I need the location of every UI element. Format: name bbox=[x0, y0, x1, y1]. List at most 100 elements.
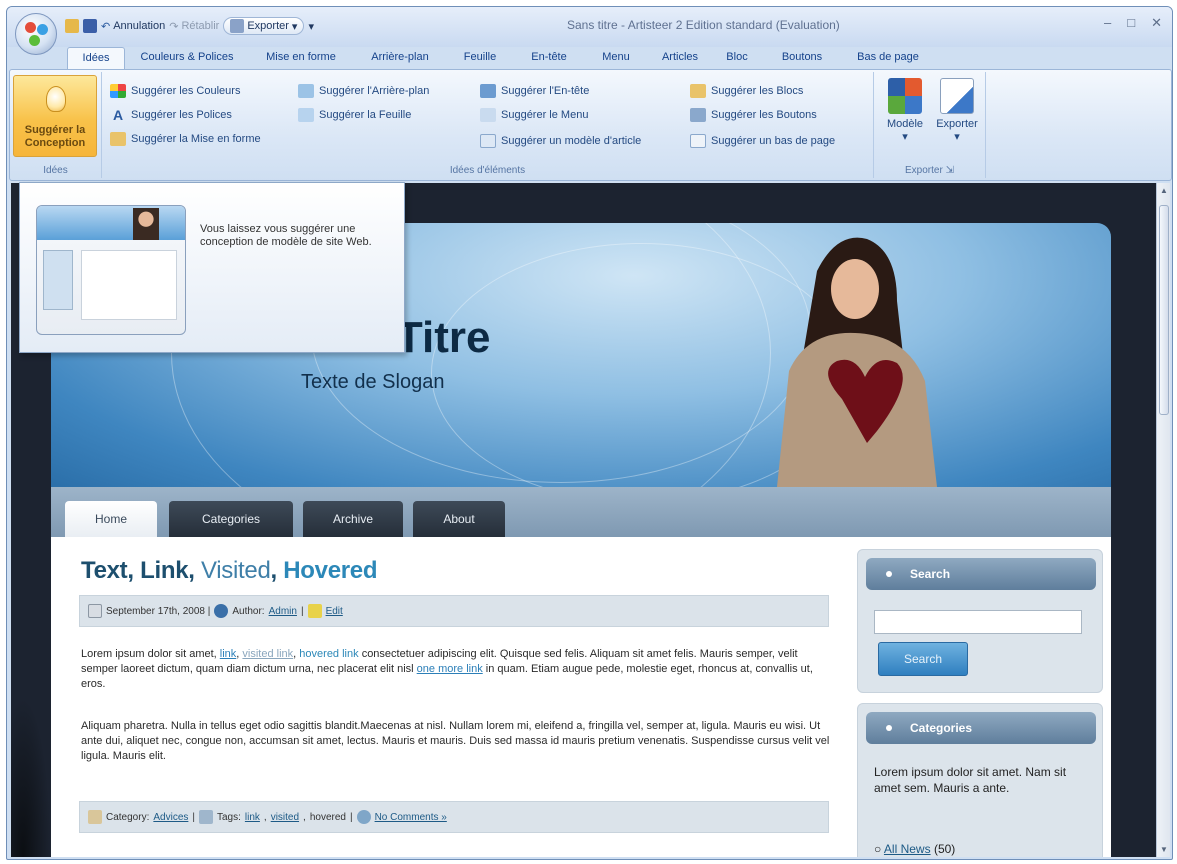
app-window: ↶ Annulation ↷ Rétablir Exporter ▾ ▾ Sans t… bbox=[6, 6, 1173, 860]
lightbulb-icon bbox=[46, 86, 66, 112]
category-all-news-link[interactable]: All News bbox=[884, 842, 931, 856]
tab-en-tete[interactable]: En-tête bbox=[513, 47, 585, 69]
ribbon-panel: Suggérer la Conception Idées Suggérer le… bbox=[9, 69, 1172, 181]
bullet-icon bbox=[886, 571, 892, 577]
author-link[interactable]: Admin bbox=[269, 606, 297, 617]
tab-couleurs-polices[interactable]: Couleurs & Polices bbox=[125, 47, 249, 69]
tag-link[interactable]: hovered bbox=[310, 812, 346, 823]
suggest-design-button[interactable]: Suggérer la Conception bbox=[13, 75, 97, 157]
search-button[interactable]: Search bbox=[878, 642, 968, 676]
category-link[interactable]: Advices bbox=[153, 812, 188, 823]
tag-icon bbox=[198, 810, 213, 824]
nav-categories[interactable]: Categories bbox=[169, 501, 293, 537]
categories-text: Lorem ipsum dolor sit amet. Nam sit amet… bbox=[874, 765, 1067, 795]
minimize-button[interactable]: – bbox=[1104, 15, 1111, 31]
vertical-scrollbar[interactable]: ▲ ▼ bbox=[1156, 183, 1170, 857]
blocks-icon bbox=[690, 84, 706, 98]
group-idees: Suggérer la Conception Idées bbox=[10, 72, 102, 178]
hovered-link[interactable]: hovered link bbox=[299, 648, 358, 660]
tab-menu[interactable]: Menu bbox=[585, 47, 647, 69]
search-block: Search Search bbox=[857, 549, 1103, 693]
comments-link[interactable]: No Comments » bbox=[375, 812, 447, 823]
edit-icon bbox=[307, 604, 322, 618]
scroll-thumb[interactable] bbox=[1159, 205, 1169, 415]
suggest-layout-button[interactable]: Suggérer la Mise en forme bbox=[110, 132, 261, 146]
tab-boutons[interactable]: Boutons bbox=[761, 47, 843, 69]
tag-link[interactable]: visited bbox=[271, 812, 299, 823]
circle-bullet-icon: ○ bbox=[874, 842, 884, 856]
chevron-down-icon: ▾ bbox=[954, 131, 960, 143]
window-controls: – □ ✕ bbox=[1104, 15, 1162, 31]
suggest-footer-button[interactable]: Suggérer un bas de page bbox=[690, 134, 835, 148]
export-button[interactable]: Exporter ▾ bbox=[932, 76, 982, 152]
comments-icon bbox=[356, 810, 371, 824]
sample-link[interactable]: link bbox=[220, 648, 237, 660]
save-icon[interactable] bbox=[83, 19, 97, 33]
search-block-header: Search bbox=[866, 558, 1096, 590]
category-item: ○ All News (50) bbox=[874, 842, 956, 856]
header-photo bbox=[777, 237, 937, 487]
suggestion-tooltip: Vous laissez vous suggérer une conceptio… bbox=[19, 182, 405, 353]
suggest-header-button[interactable]: Suggérer l'En-tête bbox=[480, 84, 589, 98]
suggest-blocks-button[interactable]: Suggérer les Blocs bbox=[690, 84, 803, 98]
post-footer: Category: Advices | Tags: link, visited,… bbox=[79, 801, 829, 833]
suggest-colors-button[interactable]: Suggérer les Couleurs bbox=[110, 84, 240, 98]
tab-idees[interactable]: Idées bbox=[67, 47, 125, 69]
scroll-down-icon[interactable]: ▼ bbox=[1160, 845, 1168, 854]
suggest-fonts-button[interactable]: A Suggérer les Polices bbox=[110, 108, 232, 122]
orb-blue-dot bbox=[37, 24, 48, 35]
suggest-menu-button[interactable]: Suggérer le Menu bbox=[480, 108, 588, 122]
user-icon bbox=[214, 604, 229, 618]
background-icon bbox=[298, 84, 314, 98]
suggest-article-button[interactable]: Suggérer un modèle d'article bbox=[480, 134, 641, 148]
redo-button[interactable]: ↷ Rétablir bbox=[169, 20, 219, 33]
model-button[interactable]: Modèle ▾ bbox=[880, 76, 930, 152]
bullet-icon bbox=[886, 725, 892, 731]
tab-feuille[interactable]: Feuille bbox=[447, 47, 513, 69]
calendar-icon bbox=[88, 604, 102, 618]
orb-red-dot bbox=[25, 22, 36, 33]
suggest-background-button[interactable]: Suggérer l'Arrière-plan bbox=[298, 84, 429, 98]
search-input[interactable] bbox=[874, 610, 1082, 634]
tab-articles[interactable]: Articles bbox=[647, 47, 713, 69]
export-document-icon bbox=[940, 78, 974, 114]
scroll-up-icon[interactable]: ▲ bbox=[1160, 186, 1168, 195]
window-title: Sans titre - Artisteer 2 Edition standar… bbox=[567, 18, 840, 32]
site-slogan: Texte de Slogan bbox=[301, 371, 445, 393]
preview-content bbox=[81, 250, 177, 320]
nav-archive[interactable]: Archive bbox=[303, 501, 403, 537]
template-preview-image bbox=[36, 205, 186, 335]
app-menu-button[interactable] bbox=[15, 13, 57, 55]
tab-mise-en-forme[interactable]: Mise en forme bbox=[249, 47, 353, 69]
visited-link[interactable]: visited link bbox=[242, 648, 293, 660]
palette-icon bbox=[110, 84, 126, 98]
tag-link[interactable]: link bbox=[245, 812, 260, 823]
quick-access-toolbar: ↶ Annulation ↷ Rétablir Exporter ▾ ▾ bbox=[65, 16, 314, 36]
cms-logos-icon bbox=[888, 78, 922, 114]
open-folder-icon[interactable] bbox=[65, 19, 79, 33]
preview-avatar bbox=[133, 208, 159, 240]
undo-button[interactable]: ↶ Annulation bbox=[101, 20, 165, 33]
group-label-idees-elements: Idées d'éléments bbox=[449, 165, 526, 176]
suggest-buttons-button[interactable]: Suggérer les Boutons bbox=[690, 108, 817, 122]
site-nav: Home Categories Archive About bbox=[51, 487, 1111, 537]
tab-bloc[interactable]: Bloc bbox=[713, 47, 761, 69]
edit-link[interactable]: Edit bbox=[326, 606, 343, 617]
post-meta: September 17th, 2008 | Author: Admin | E… bbox=[79, 595, 829, 627]
font-icon: A bbox=[112, 107, 124, 123]
customize-qat-button[interactable]: ▾ bbox=[308, 20, 314, 33]
nav-home[interactable]: Home bbox=[65, 501, 157, 537]
nav-about[interactable]: About bbox=[413, 501, 505, 537]
close-button[interactable]: ✕ bbox=[1151, 15, 1162, 31]
one-more-link[interactable]: one more link bbox=[417, 663, 483, 675]
tab-bas-de-page[interactable]: Bas de page bbox=[843, 47, 933, 69]
export-quick-button[interactable]: Exporter ▾ bbox=[223, 17, 305, 35]
maximize-button[interactable]: □ bbox=[1127, 15, 1135, 31]
chevron-down-icon: ▾ bbox=[902, 131, 908, 143]
group-label-idees: Idées bbox=[43, 165, 68, 176]
orb-green-dot bbox=[29, 35, 40, 46]
suggest-sheet-button[interactable]: Suggérer la Feuille bbox=[298, 108, 411, 122]
dialog-launcher-icon[interactable]: ⇲ bbox=[946, 165, 954, 176]
export-icon bbox=[230, 19, 245, 33]
tab-arriere-plan[interactable]: Arrière-plan bbox=[353, 47, 447, 69]
